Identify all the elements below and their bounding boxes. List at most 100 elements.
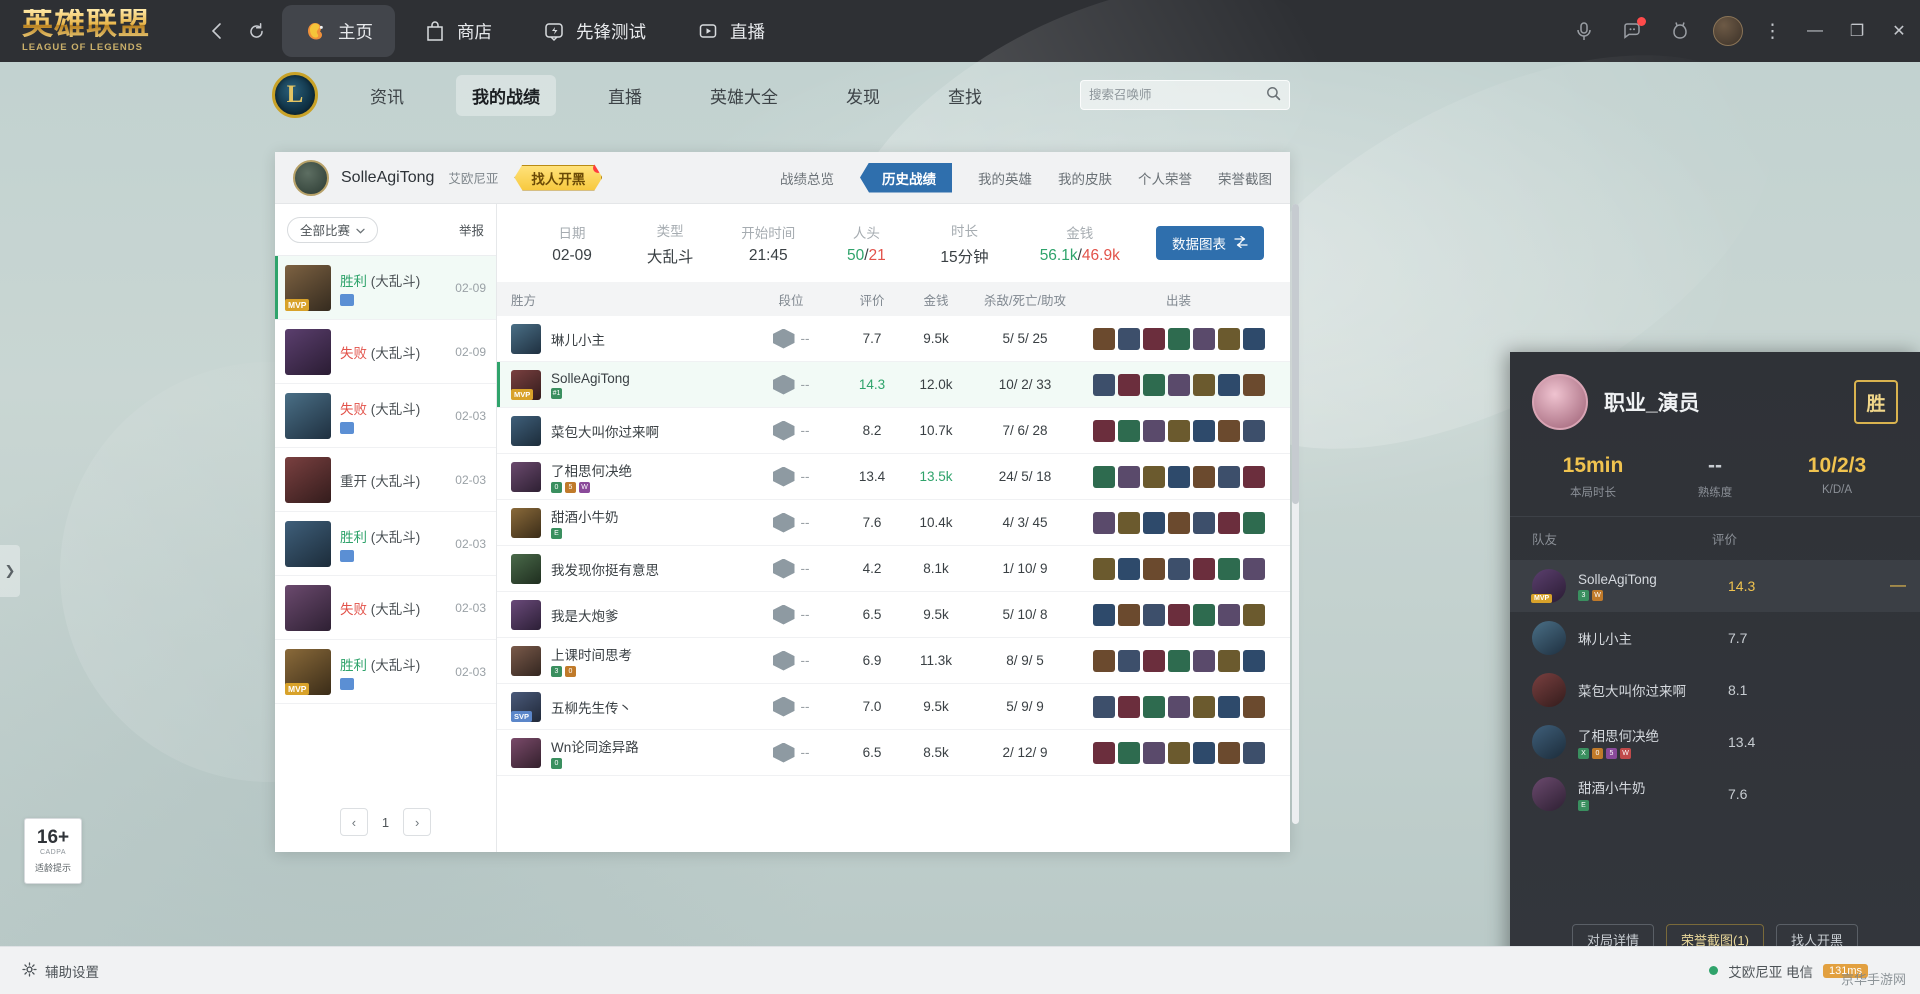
list-item[interactable]: 甜酒小牛奶 E 7.6: [1510, 768, 1920, 820]
search-input[interactable]: [1089, 88, 1266, 102]
item-icon[interactable]: [1242, 695, 1265, 718]
tab-honors[interactable]: 个人荣誉: [1138, 168, 1192, 188]
item-icon[interactable]: [1092, 603, 1115, 626]
item-icon[interactable]: [1092, 327, 1115, 350]
item-icon[interactable]: [1192, 511, 1215, 534]
item-icon[interactable]: [1192, 649, 1215, 672]
avatar[interactable]: [1532, 374, 1588, 430]
item-icon[interactable]: [1242, 373, 1265, 396]
tab-pbe[interactable]: 先锋测试: [520, 5, 668, 57]
find-squad-button[interactable]: 找人开黑: [514, 165, 602, 191]
tab-shop[interactable]: 商店: [401, 5, 514, 57]
item-icon[interactable]: [1092, 465, 1115, 488]
more-menu-button[interactable]: ⋮: [1752, 11, 1794, 51]
item-icon[interactable]: [1167, 419, 1190, 442]
item-icon[interactable]: [1167, 373, 1190, 396]
item-icon[interactable]: [1192, 557, 1215, 580]
data-chart-button[interactable]: 数据图表: [1156, 226, 1264, 260]
item-icon[interactable]: [1142, 327, 1165, 350]
item-icon[interactable]: [1242, 327, 1265, 350]
item-icon[interactable]: [1217, 419, 1240, 442]
item-icon[interactable]: [1117, 741, 1140, 764]
card-scrollbar-thumb[interactable]: [1292, 204, 1299, 504]
item-icon[interactable]: [1117, 695, 1140, 718]
item-icon[interactable]: [1142, 695, 1165, 718]
item-icon[interactable]: [1167, 327, 1190, 350]
match-list-item[interactable]: MVP 胜利 (大乱斗) 02-03: [275, 640, 496, 704]
list-item[interactable]: 琳儿小主 7.7: [1510, 612, 1920, 664]
item-icon[interactable]: [1092, 741, 1115, 764]
mic-icon[interactable]: [1564, 11, 1604, 51]
minimize-button[interactable]: —: [1794, 11, 1836, 51]
item-icon[interactable]: [1192, 419, 1215, 442]
item-icon[interactable]: [1192, 465, 1215, 488]
avatar[interactable]: [1708, 11, 1748, 51]
card-scrollbar[interactable]: [1292, 204, 1299, 824]
item-icon[interactable]: [1242, 557, 1265, 580]
sidebar-item-discover[interactable]: 发现: [830, 75, 896, 116]
table-row[interactable]: 我发现你挺有意思 -- 4.2 8.1k 1/ 10/ 9: [497, 546, 1290, 592]
sidebar-item-my-record[interactable]: 我的战绩: [456, 74, 556, 116]
sidebar-item-search[interactable]: 查找: [932, 75, 998, 116]
match-list-item[interactable]: MVP 胜利 (大乱斗) 02-09: [275, 256, 496, 320]
item-icon[interactable]: [1092, 373, 1115, 396]
table-row[interactable]: MVP SolleAgiTong #1 -- 14.3 12.0k 10/ 2/ 33: [497, 362, 1290, 408]
avatar[interactable]: [293, 159, 329, 196]
table-row[interactable]: 菜包大叫你过来啊 -- 8.2 10.7k 7/ 6/ 28: [497, 408, 1290, 454]
tab-home[interactable]: 主页: [282, 5, 395, 57]
item-icon[interactable]: [1242, 603, 1265, 626]
item-icon[interactable]: [1167, 741, 1190, 764]
item-icon[interactable]: [1167, 557, 1190, 580]
item-icon[interactable]: [1217, 741, 1240, 764]
screenshot-icon[interactable]: [340, 677, 354, 690]
item-icon[interactable]: [1192, 373, 1215, 396]
item-icon[interactable]: [1192, 327, 1215, 350]
item-icon[interactable]: [1117, 603, 1140, 626]
item-icon[interactable]: [1167, 465, 1190, 488]
refresh-button[interactable]: [236, 11, 276, 51]
assist-settings-button[interactable]: 辅助设置: [22, 961, 99, 981]
item-icon[interactable]: [1192, 603, 1215, 626]
item-icon[interactable]: [1117, 373, 1140, 396]
item-icon[interactable]: [1217, 603, 1240, 626]
tab-my-skins[interactable]: 我的皮肤: [1058, 168, 1112, 188]
item-icon[interactable]: [1217, 695, 1240, 718]
sidebar-item-champions[interactable]: 英雄大全: [694, 75, 794, 116]
chat-icon[interactable]: [1612, 11, 1652, 51]
item-icon[interactable]: [1242, 511, 1265, 534]
list-item[interactable]: MVP SolleAgiTong 3 W 14.3: [1510, 560, 1920, 612]
poro-icon[interactable]: [1660, 11, 1700, 51]
item-icon[interactable]: [1242, 649, 1265, 672]
match-list-item[interactable]: 胜利 (大乱斗) 02-03: [275, 512, 496, 576]
list-item[interactable]: 了相思何决绝 X 0 5 W 13.4: [1510, 716, 1920, 768]
item-icon[interactable]: [1092, 649, 1115, 672]
maximize-button[interactable]: ❐: [1836, 11, 1878, 51]
list-item[interactable]: 菜包大叫你过来啊 8.1: [1510, 664, 1920, 716]
table-row[interactable]: 上课时间思考 3 0 -- 6.9 11.3k 8/ 9/ 5: [497, 638, 1290, 684]
tab-live[interactable]: 直播: [674, 5, 787, 57]
item-icon[interactable]: [1242, 741, 1265, 764]
tab-history[interactable]: 历史战绩: [860, 162, 952, 193]
table-row[interactable]: SVP 五柳先生传丶 -- 7.0 9.5k 5/ 9/ 9: [497, 684, 1290, 730]
item-icon[interactable]: [1167, 649, 1190, 672]
item-icon[interactable]: [1142, 419, 1165, 442]
item-icon[interactable]: [1242, 419, 1265, 442]
item-icon[interactable]: [1192, 695, 1215, 718]
item-icon[interactable]: [1117, 419, 1140, 442]
item-icon[interactable]: [1142, 603, 1165, 626]
pager-next-button[interactable]: ›: [403, 808, 432, 836]
item-icon[interactable]: [1142, 557, 1165, 580]
item-icon[interactable]: [1142, 649, 1165, 672]
search-box[interactable]: [1080, 80, 1290, 110]
screenshot-icon[interactable]: [340, 421, 354, 434]
screenshot-icon[interactable]: [340, 549, 354, 562]
item-icon[interactable]: [1092, 695, 1115, 718]
item-icon[interactable]: [1142, 373, 1165, 396]
match-list-item[interactable]: 失败 (大乱斗) 02-03: [275, 576, 496, 640]
item-icon[interactable]: [1117, 327, 1140, 350]
item-icon[interactable]: [1167, 695, 1190, 718]
match-filter-dropdown[interactable]: 全部比赛: [287, 216, 379, 243]
report-button[interactable]: 举报: [459, 220, 484, 239]
item-icon[interactable]: [1242, 465, 1265, 488]
table-row[interactable]: 了相思何决绝 0 5 W -- 13.4 13.5k 24/ 5/ 18: [497, 454, 1290, 500]
